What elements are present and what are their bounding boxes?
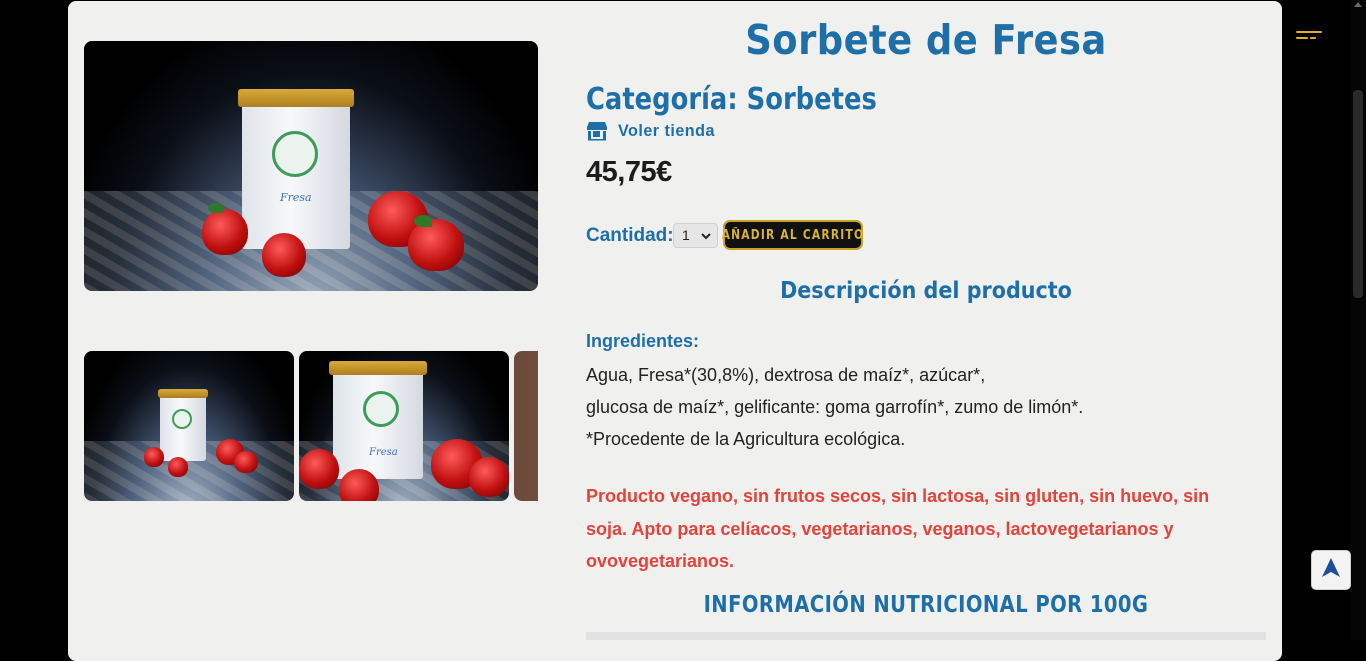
product-category[interactable]: Categoría: Sorbetes: [586, 82, 877, 117]
main-product-image[interactable]: Fresa: [84, 41, 538, 291]
description-heading: Descripción del producto: [780, 278, 1072, 304]
thumbnail[interactable]: [84, 351, 294, 501]
store-icon: [586, 121, 608, 141]
allergen-note: Producto vegano, sin frutos secos, sin l…: [586, 486, 1210, 571]
strawberry-leaf: [414, 215, 432, 227]
strawberry: [469, 457, 509, 497]
tub-lid: [329, 361, 427, 375]
strawberry: [299, 449, 339, 489]
nutrition-table: [586, 632, 1266, 640]
quantity-select[interactable]: 1: [673, 223, 718, 248]
tub-lid: [158, 389, 208, 398]
chevron-down-icon: [701, 228, 711, 251]
nutrition-heading: INFORMACIÓN NUTRICIONAL POR 100G: [703, 592, 1149, 618]
thumbnail[interactable]: [514, 351, 538, 501]
brand-badge: [172, 409, 192, 429]
arrow-up-icon: [1320, 557, 1342, 584]
product-title: Sorbete de Fresa: [745, 16, 1107, 64]
scrollbar-thumb[interactable]: [1353, 90, 1363, 298]
quantity-label: Cantidad:: [586, 225, 674, 246]
thumbnail[interactable]: Fresa: [299, 351, 509, 501]
strawberry: [339, 469, 379, 501]
back-to-store-link[interactable]: Voler tienda: [586, 121, 720, 141]
flavor-label: Fresa: [280, 191, 312, 204]
tub-lid: [238, 89, 354, 107]
strawberry: [168, 457, 188, 477]
menu-icon[interactable]: [1292, 28, 1324, 42]
product-price: 45,75€: [586, 156, 672, 188]
strawberry: [408, 219, 464, 271]
strawberry: [262, 233, 306, 277]
store-link-label: Voler tienda: [618, 121, 715, 140]
ingredients-title: Ingredientes:: [586, 331, 700, 351]
add-to-cart-button[interactable]: AÑADIR AL CARRITO: [721, 220, 865, 250]
brand-badge: [272, 131, 318, 177]
thumbnail-strip: Fresa: [84, 351, 538, 501]
ingredients-line: Agua, Fresa*(30,8%), dextrosa de maíz*, …: [586, 365, 986, 385]
add-to-cart-label: AÑADIR AL CARRITO: [721, 227, 865, 243]
brand-badge: [363, 391, 399, 427]
ingredients-line: glucosa de maíz*, gelificante: goma garr…: [586, 397, 1084, 417]
flavor-label: Fresa: [369, 447, 398, 458]
ingredients-line: *Procedente de la Agricultura ecológica.: [586, 429, 906, 449]
scroll-arrow-up-icon[interactable]: [1354, 2, 1362, 7]
strawberry-leaf: [208, 203, 224, 213]
scroll-to-top-button[interactable]: [1311, 550, 1351, 590]
strawberry: [234, 451, 258, 473]
strawberry: [202, 209, 248, 255]
quantity-value: 1: [682, 227, 690, 243]
strawberry: [144, 447, 164, 467]
